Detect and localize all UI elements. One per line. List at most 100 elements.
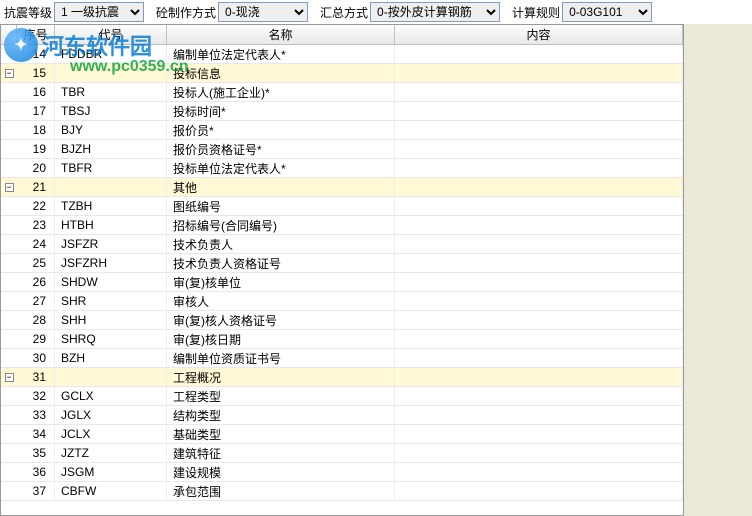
content-cell[interactable] (395, 368, 683, 386)
name-cell: 基础类型 (167, 425, 395, 443)
table-row[interactable]: 36JSGM建设规模 (1, 463, 683, 482)
code-cell: BJZH (55, 140, 167, 158)
code-cell: SHDW (55, 273, 167, 291)
code-cell: HTBH (55, 216, 167, 234)
content-cell[interactable] (395, 330, 683, 348)
table-row[interactable]: 16TBR投标人(施工企业)* (1, 83, 683, 102)
table-row[interactable]: 35JZTZ建筑特征 (1, 444, 683, 463)
rule-select[interactable]: 0-03G101 (562, 2, 652, 22)
content-cell[interactable] (395, 406, 683, 424)
content-cell[interactable] (395, 349, 683, 367)
seq-cell: 15 (17, 64, 55, 82)
table-row[interactable]: 22TZBH图纸编号 (1, 197, 683, 216)
table-row[interactable]: 20TBFR投标单位法定代表人* (1, 159, 683, 178)
content-cell[interactable] (395, 197, 683, 215)
expand-cell[interactable]: − (1, 64, 17, 82)
code-cell: GCLX (55, 387, 167, 405)
expand-cell[interactable]: − (1, 178, 17, 196)
table-row[interactable]: −31工程概况 (1, 368, 683, 387)
table-row[interactable]: 23HTBH招标编号(合同编号) (1, 216, 683, 235)
table-row[interactable]: 32GCLX工程类型 (1, 387, 683, 406)
name-cell: 投标人(施工企业)* (167, 83, 395, 101)
table-row[interactable]: 17TBSJ投标时间* (1, 102, 683, 121)
content-cell[interactable] (395, 121, 683, 139)
code-cell: TBFR (55, 159, 167, 177)
content-cell[interactable] (395, 83, 683, 101)
expand-cell (1, 216, 17, 234)
expand-cell (1, 45, 17, 63)
content-cell[interactable] (395, 444, 683, 462)
table-container: 序号 代号 名称 内容 14FDDBR编制单位法定代表人*−15投标信息16TB… (0, 24, 684, 516)
collapse-icon[interactable]: − (5, 183, 14, 192)
seq-cell: 27 (17, 292, 55, 310)
table-row[interactable]: 29SHRQ审(复)核日期 (1, 330, 683, 349)
content-cell[interactable] (395, 64, 683, 82)
content-cell[interactable] (395, 273, 683, 291)
code-cell: CBFW (55, 482, 167, 500)
seq-cell: 32 (17, 387, 55, 405)
control-select[interactable]: 0-现浇 (218, 2, 308, 22)
content-cell[interactable] (395, 482, 683, 500)
expand-cell (1, 311, 17, 329)
table-row[interactable]: 30BZH编制单位资质证书号 (1, 349, 683, 368)
name-cell: 技术负责人资格证号 (167, 254, 395, 272)
header-seq: 序号 (17, 25, 55, 44)
content-cell[interactable] (395, 311, 683, 329)
table-row[interactable]: 14FDDBR编制单位法定代表人* (1, 45, 683, 64)
code-cell: JZTZ (55, 444, 167, 462)
rule-label: 计算规则 (512, 4, 560, 21)
content-cell[interactable] (395, 178, 683, 196)
content-cell[interactable] (395, 140, 683, 158)
content-cell[interactable] (395, 425, 683, 443)
content-cell[interactable] (395, 292, 683, 310)
name-cell: 建筑特征 (167, 444, 395, 462)
name-cell: 技术负责人 (167, 235, 395, 253)
code-cell (55, 368, 167, 386)
expand-cell (1, 273, 17, 291)
name-cell: 投标时间* (167, 102, 395, 120)
header-name: 名称 (167, 25, 395, 44)
name-cell: 编制单位法定代表人* (167, 45, 395, 63)
collapse-icon[interactable]: − (5, 373, 14, 382)
collapse-icon[interactable]: − (5, 69, 14, 78)
name-cell: 承包范围 (167, 482, 395, 500)
table-row[interactable]: 26SHDW审(复)核单位 (1, 273, 683, 292)
seismic-select[interactable]: 1 一级抗震 (54, 2, 144, 22)
expand-cell (1, 197, 17, 215)
content-cell[interactable] (395, 159, 683, 177)
content-cell[interactable] (395, 216, 683, 234)
content-cell[interactable] (395, 45, 683, 63)
expand-cell[interactable]: − (1, 368, 17, 386)
content-cell[interactable] (395, 102, 683, 120)
expand-cell (1, 140, 17, 158)
name-cell: 图纸编号 (167, 197, 395, 215)
table-row[interactable]: 18BJY报价员* (1, 121, 683, 140)
content-cell[interactable] (395, 235, 683, 253)
name-cell: 工程类型 (167, 387, 395, 405)
table-row[interactable]: 19BJZH报价员资格证号* (1, 140, 683, 159)
table-row[interactable]: −21其他 (1, 178, 683, 197)
table-row[interactable]: 24JSFZR技术负责人 (1, 235, 683, 254)
content-cell[interactable] (395, 463, 683, 481)
table-row[interactable]: −15投标信息 (1, 64, 683, 83)
seq-cell: 22 (17, 197, 55, 215)
name-cell: 结构类型 (167, 406, 395, 424)
table-row[interactable]: 37CBFW承包范围 (1, 482, 683, 501)
summary-select[interactable]: 0-按外皮计算钢筋 (370, 2, 500, 22)
table-row[interactable]: 25JSFZRH技术负责人资格证号 (1, 254, 683, 273)
seq-cell: 26 (17, 273, 55, 291)
table-row[interactable]: 27SHR审核人 (1, 292, 683, 311)
content-cell[interactable] (395, 254, 683, 272)
expand-cell (1, 83, 17, 101)
table-row[interactable]: 28SHH审(复)核人资格证号 (1, 311, 683, 330)
seq-cell: 30 (17, 349, 55, 367)
table-row[interactable]: 33JGLX结构类型 (1, 406, 683, 425)
table-body[interactable]: 14FDDBR编制单位法定代表人*−15投标信息16TBR投标人(施工企业)*1… (1, 45, 683, 515)
seq-cell: 21 (17, 178, 55, 196)
header-expand (1, 25, 17, 44)
expand-cell (1, 292, 17, 310)
content-cell[interactable] (395, 387, 683, 405)
seq-cell: 14 (17, 45, 55, 63)
right-panel (684, 24, 752, 516)
table-row[interactable]: 34JCLX基础类型 (1, 425, 683, 444)
